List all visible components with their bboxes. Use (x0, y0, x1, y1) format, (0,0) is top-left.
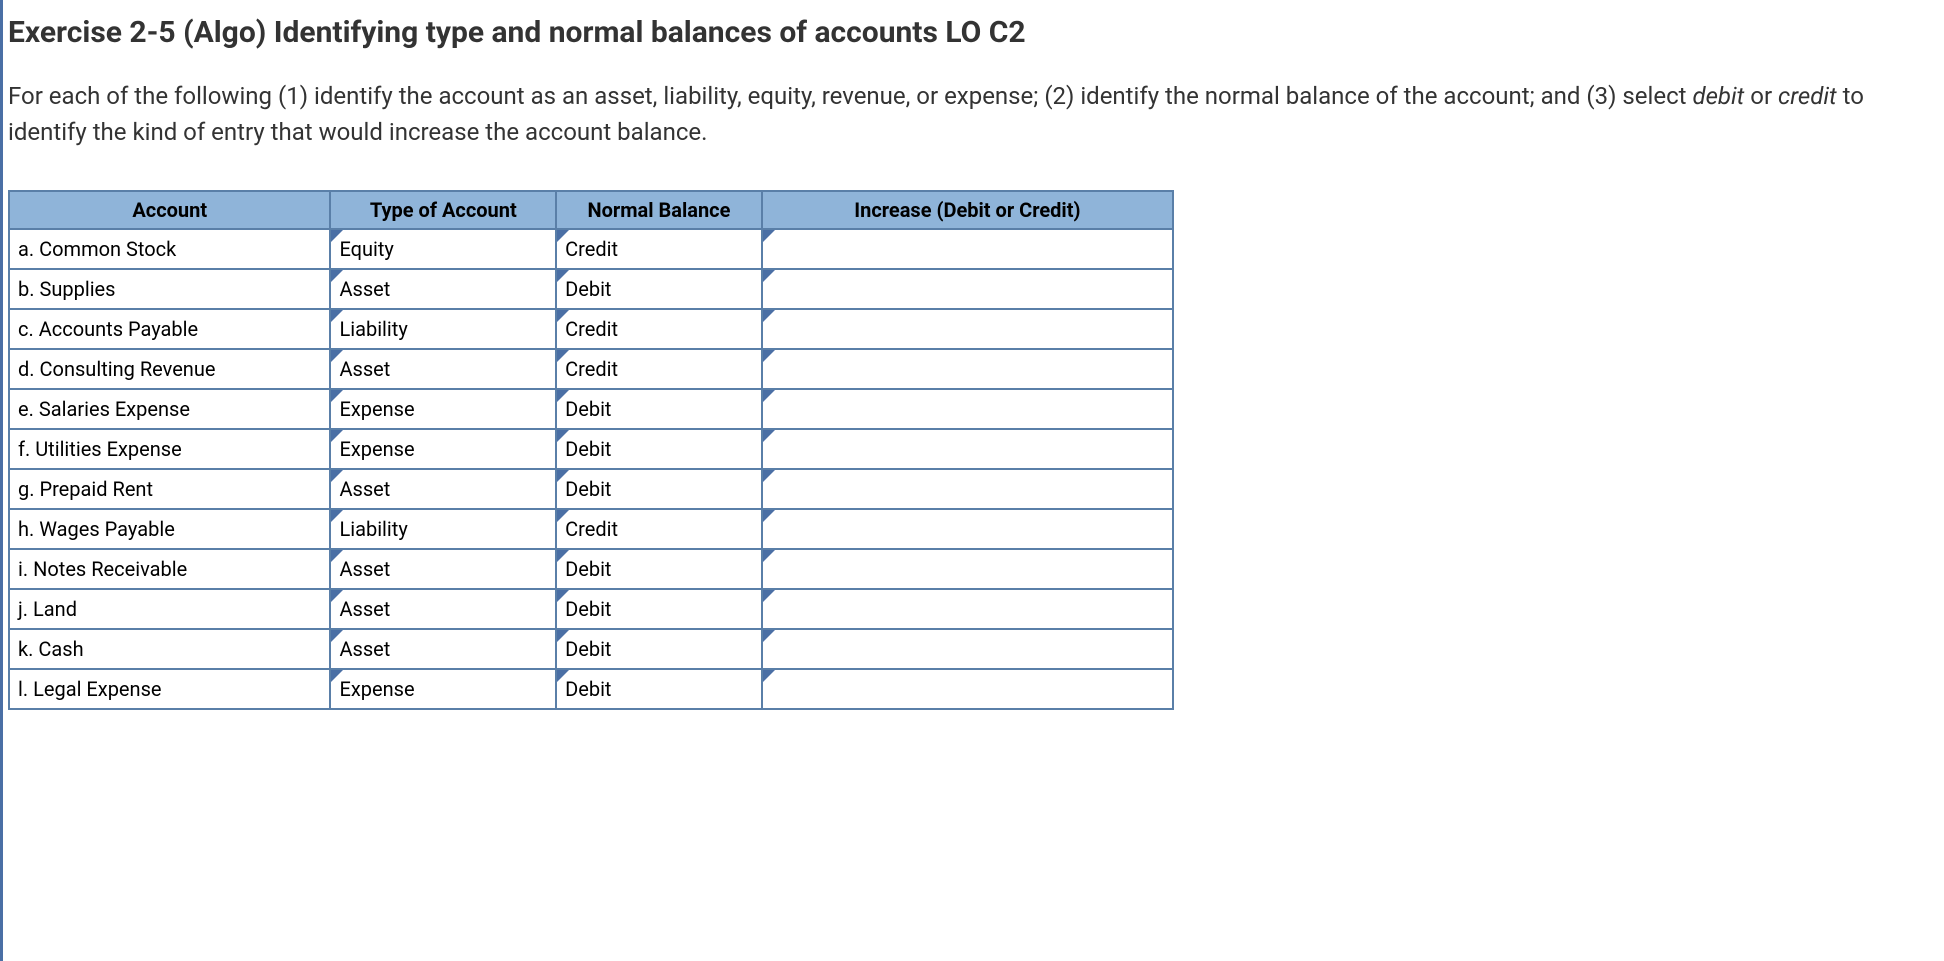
account-cell: b. Supplies (9, 269, 330, 309)
increase-select[interactable] (762, 429, 1173, 469)
balance-select[interactable]: Debit (556, 669, 762, 709)
increase-select[interactable] (762, 669, 1173, 709)
account-cell: j. Land (9, 589, 330, 629)
type-select[interactable]: Equity (330, 229, 556, 269)
instructions: For each of the following (1) identify t… (8, 78, 1888, 150)
table-row: f. Utilities ExpenseExpenseDebit (9, 429, 1173, 469)
type-select[interactable]: Asset (330, 349, 556, 389)
type-select[interactable]: Expense (330, 389, 556, 429)
account-cell: i. Notes Receivable (9, 549, 330, 589)
increase-select[interactable] (762, 509, 1173, 549)
exercise-title: Exercise 2-5 (Algo) Identifying type and… (8, 15, 1944, 50)
account-cell: k. Cash (9, 629, 330, 669)
account-cell: g. Prepaid Rent (9, 469, 330, 509)
table-row: e. Salaries ExpenseExpenseDebit (9, 389, 1173, 429)
table-row: g. Prepaid RentAssetDebit (9, 469, 1173, 509)
type-select[interactable]: Asset (330, 269, 556, 309)
table-row: l. Legal ExpenseExpenseDebit (9, 669, 1173, 709)
instructions-part-3: or (1744, 82, 1778, 110)
table-row: k. CashAssetDebit (9, 629, 1173, 669)
balance-select[interactable]: Debit (556, 269, 762, 309)
table-row: d. Consulting RevenueAssetCredit (9, 349, 1173, 389)
header-account: Account (9, 191, 330, 229)
table-header-row: Account Type of Account Normal Balance I… (9, 191, 1173, 229)
increase-select[interactable] (762, 629, 1173, 669)
increase-select[interactable] (762, 229, 1173, 269)
balance-select[interactable]: Debit (556, 589, 762, 629)
type-select[interactable]: Expense (330, 429, 556, 469)
balance-select[interactable]: Credit (556, 229, 762, 269)
increase-select[interactable] (762, 589, 1173, 629)
account-cell: d. Consulting Revenue (9, 349, 330, 389)
table-row: b. SuppliesAssetDebit (9, 269, 1173, 309)
account-cell: l. Legal Expense (9, 669, 330, 709)
account-cell: f. Utilities Expense (9, 429, 330, 469)
balance-select[interactable]: Debit (556, 549, 762, 589)
header-type: Type of Account (330, 191, 556, 229)
account-cell: h. Wages Payable (9, 509, 330, 549)
increase-select[interactable] (762, 469, 1173, 509)
balance-select[interactable]: Debit (556, 629, 762, 669)
table-row: a. Common StockEquityCredit (9, 229, 1173, 269)
balance-select[interactable]: Debit (556, 429, 762, 469)
type-select[interactable]: Liability (330, 309, 556, 349)
account-cell: e. Salaries Expense (9, 389, 330, 429)
increase-select[interactable] (762, 389, 1173, 429)
header-increase: Increase (Debit or Credit) (762, 191, 1173, 229)
balance-select[interactable]: Debit (556, 389, 762, 429)
balance-select[interactable]: Debit (556, 469, 762, 509)
type-select[interactable]: Expense (330, 669, 556, 709)
account-cell: c. Accounts Payable (9, 309, 330, 349)
increase-select[interactable] (762, 549, 1173, 589)
table-row: c. Accounts PayableLiabilityCredit (9, 309, 1173, 349)
account-cell: a. Common Stock (9, 229, 330, 269)
increase-select[interactable] (762, 349, 1173, 389)
type-select[interactable]: Liability (330, 509, 556, 549)
instructions-italic-credit: credit (1778, 82, 1837, 110)
balance-select[interactable]: Credit (556, 309, 762, 349)
balance-select[interactable]: Credit (556, 509, 762, 549)
accounts-table: Account Type of Account Normal Balance I… (8, 190, 1174, 710)
increase-select[interactable] (762, 309, 1173, 349)
type-select[interactable]: Asset (330, 629, 556, 669)
instructions-part-1: For each of the following (1) identify t… (8, 82, 1692, 110)
type-select[interactable]: Asset (330, 469, 556, 509)
table-row: i. Notes ReceivableAssetDebit (9, 549, 1173, 589)
balance-select[interactable]: Credit (556, 349, 762, 389)
header-balance: Normal Balance (556, 191, 762, 229)
table-row: h. Wages PayableLiabilityCredit (9, 509, 1173, 549)
type-select[interactable]: Asset (330, 589, 556, 629)
instructions-italic-debit: debit (1692, 82, 1744, 110)
table-row: j. LandAssetDebit (9, 589, 1173, 629)
increase-select[interactable] (762, 269, 1173, 309)
type-select[interactable]: Asset (330, 549, 556, 589)
